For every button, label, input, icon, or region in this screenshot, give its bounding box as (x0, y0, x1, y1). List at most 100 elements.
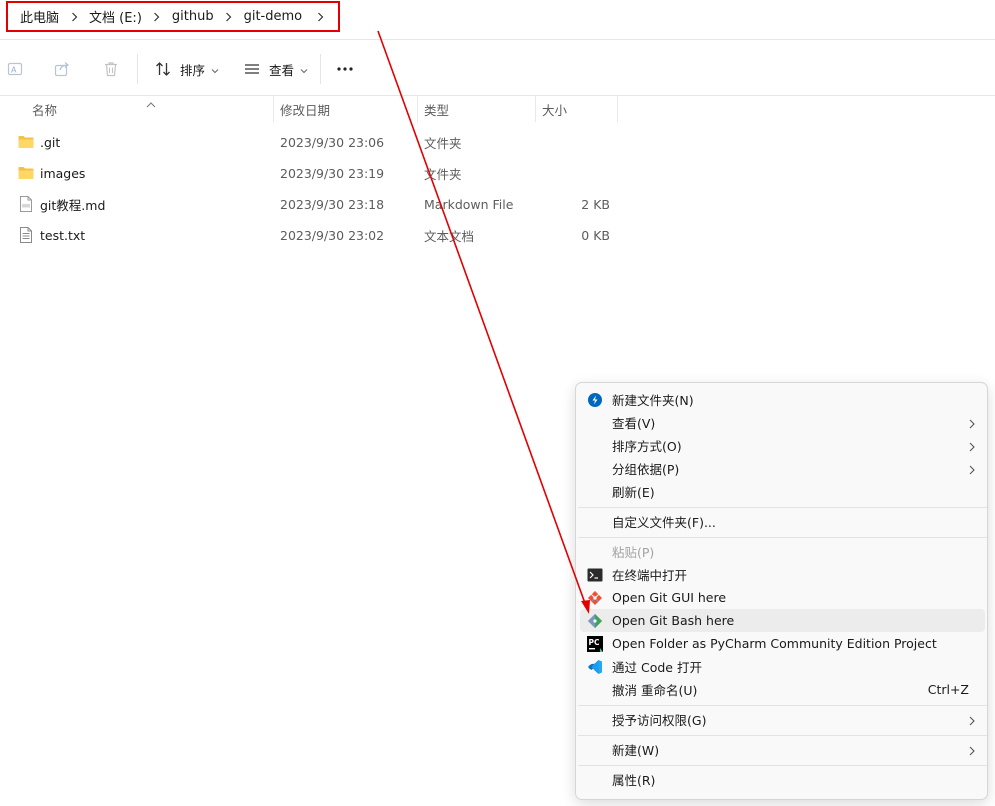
sort-icon (152, 58, 174, 80)
menu-item-refresh[interactable]: 刷新(E) (580, 480, 985, 503)
trash-icon (100, 58, 122, 80)
menu-item-label: Open Git Bash here (612, 613, 735, 628)
file-type: Markdown File (424, 196, 514, 212)
command-bar: A 排序 查看 (0, 41, 995, 96)
git-gui-icon (586, 589, 604, 607)
menu-item-label: 新建文件夹(N) (612, 393, 694, 408)
file-name: images (40, 165, 86, 181)
menu-item-group-by[interactable]: 分组依据(P) (580, 457, 985, 480)
chevron-right-icon (969, 463, 975, 478)
column-header-type[interactable]: 类型 (418, 96, 536, 122)
menu-divider (578, 537, 987, 538)
file-size (540, 159, 610, 187)
file-date: 2023/9/30 23:19 (280, 165, 385, 181)
chevron-down-icon (211, 62, 219, 77)
view-label: 查看 (269, 62, 295, 78)
more-horizontal-icon (334, 58, 356, 80)
menu-item-label: 通过 Code 打开 (612, 660, 702, 675)
file-size: 2 KB (581, 196, 610, 212)
menu-item-label: 分组依据(P) (612, 462, 680, 477)
chevron-right-icon[interactable] (142, 12, 172, 22)
file-row[interactable]: test.txt 2023/9/30 23:02 文本文档 0 KB (12, 221, 618, 249)
context-menu: 新建文件夹(N) 查看(V) 排序方式(O) 分组依据(P) 刷新(E) 自定义… (575, 382, 988, 800)
view-button[interactable]: 查看 (241, 57, 308, 81)
list-view-icon (241, 58, 263, 80)
chevron-down-icon (300, 62, 308, 77)
column-header-name[interactable]: 名称 (26, 96, 274, 122)
menu-item-label: 授予访问权限(G) (612, 713, 707, 728)
file-row[interactable]: images 2023/9/30 23:19 文件夹 (12, 159, 618, 187)
menu-divider (578, 507, 987, 508)
folder-icon (18, 134, 34, 150)
share-button[interactable] (51, 57, 73, 81)
menu-item-open-git-bash[interactable]: Open Git Bash here (580, 609, 985, 632)
toolbar-divider (137, 54, 138, 84)
column-header-date[interactable]: 修改日期 (274, 96, 418, 122)
breadcrumb-item-git-demo[interactable]: git-demo (244, 9, 303, 24)
menu-item-new-folder[interactable]: 新建文件夹(N) (580, 388, 985, 411)
markdown-file-icon (18, 196, 34, 212)
breadcrumb-item-github[interactable]: github (172, 9, 214, 24)
chevron-right-icon[interactable] (214, 12, 244, 22)
file-row[interactable]: git教程.md 2023/9/30 23:18 Markdown File 2… (12, 190, 618, 218)
menu-item-grant-access[interactable]: 授予访问权限(G) (580, 708, 985, 731)
file-name: test.txt (40, 227, 86, 243)
menu-item-undo-rename[interactable]: 撤消 重命名(U) Ctrl+Z (580, 678, 985, 701)
breadcrumb-item-this-pc[interactable]: 此电脑 (20, 7, 59, 26)
column-header-size-label: 大小 (542, 102, 568, 118)
menu-item-label: Open Folder as PyCharm Community Edition… (612, 636, 937, 651)
file-date: 2023/9/30 23:02 (280, 227, 385, 243)
menu-item-label: 属性(R) (612, 773, 656, 788)
menu-item-label: 粘贴(P) (612, 545, 655, 560)
menu-item-label: 在终端中打开 (612, 568, 688, 583)
chevron-right-icon[interactable] (302, 12, 324, 22)
menu-divider (578, 765, 987, 766)
chevron-right-icon (969, 744, 975, 759)
menu-item-label: 新建(W) (612, 743, 660, 758)
file-date: 2023/9/30 23:06 (280, 134, 385, 150)
menu-item-view[interactable]: 查看(V) (580, 411, 985, 434)
address-bar[interactable]: 此电脑 文档 (E:) github git-demo (0, 0, 995, 40)
file-size (540, 128, 610, 156)
menu-item-label: Open Git GUI here (612, 590, 727, 605)
menu-item-paste: 粘贴(P) (580, 540, 985, 563)
file-type: 文件夹 (424, 166, 462, 182)
menu-item-label: 撤消 重命名(U) (612, 683, 698, 698)
menu-item-customize-folder[interactable]: 自定义文件夹(F)... (580, 510, 985, 533)
breadcrumb: 此电脑 文档 (E:) github git-demo (6, 1, 341, 32)
sort-label: 排序 (180, 62, 206, 78)
menu-item-open-git-gui[interactable]: Open Git GUI here (580, 586, 985, 609)
rename-icon: A (4, 58, 26, 80)
new-folder-icon (586, 391, 604, 409)
menu-divider (578, 705, 987, 706)
folder-icon (18, 165, 34, 181)
menu-item-sort-by[interactable]: 排序方式(O) (580, 434, 985, 457)
chevron-right-icon[interactable] (59, 12, 89, 22)
git-bash-icon (586, 612, 604, 630)
svg-text:PC: PC (589, 638, 600, 647)
menu-item-open-with-code[interactable]: 通过 Code 打开 (580, 655, 985, 678)
share-icon (51, 58, 73, 80)
vscode-icon (586, 658, 604, 676)
file-size: 0 KB (581, 227, 610, 243)
rename-button[interactable]: A (4, 57, 26, 81)
sort-button[interactable]: 排序 (152, 57, 219, 81)
file-row[interactable]: .git 2023/9/30 23:06 文件夹 (12, 128, 618, 156)
menu-item-open-pycharm[interactable]: PC Open Folder as PyCharm Community Edit… (580, 632, 985, 655)
menu-item-shortcut: Ctrl+Z (927, 682, 969, 697)
toolbar-divider (320, 54, 321, 84)
menu-item-properties[interactable]: 属性(R) (580, 768, 985, 791)
menu-item-new[interactable]: 新建(W) (580, 738, 985, 761)
svg-text:A: A (11, 66, 17, 75)
file-date: 2023/9/30 23:18 (280, 196, 385, 212)
menu-item-open-in-terminal[interactable]: 在终端中打开 (580, 563, 985, 586)
delete-button[interactable] (100, 57, 122, 81)
menu-item-label: 查看(V) (612, 416, 656, 431)
more-options-button[interactable] (334, 57, 356, 81)
column-header-size[interactable]: 大小 (536, 96, 618, 122)
terminal-icon (586, 566, 604, 584)
breadcrumb-item-drive[interactable]: 文档 (E:) (89, 7, 142, 26)
file-name: .git (40, 134, 61, 150)
column-header-date-label: 修改日期 (280, 102, 331, 118)
file-type: 文本文档 (424, 228, 475, 244)
